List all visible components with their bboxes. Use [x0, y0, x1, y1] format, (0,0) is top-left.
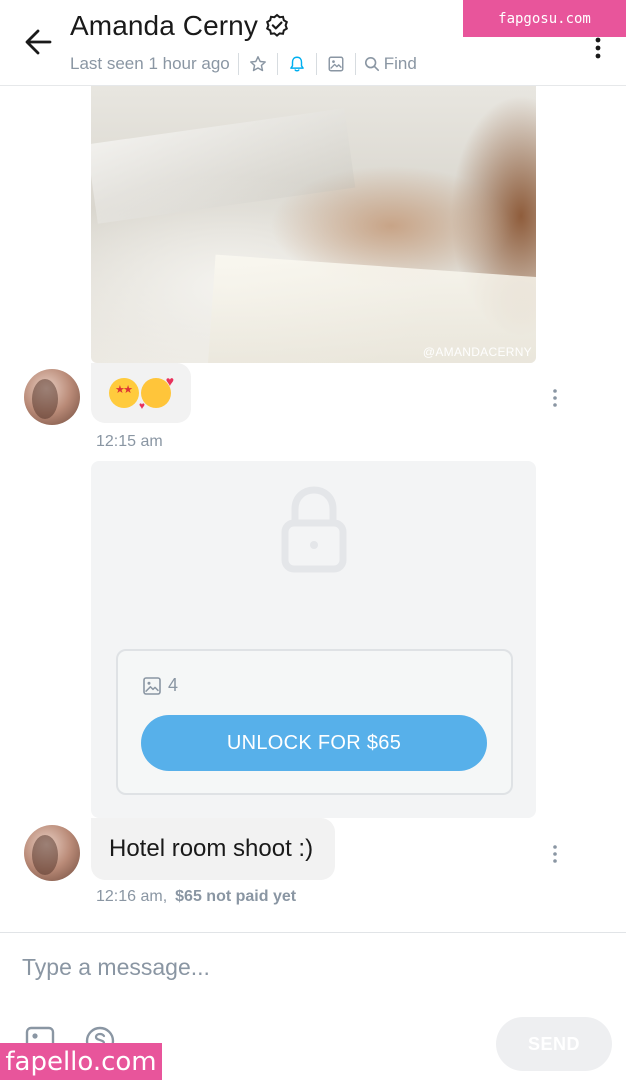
avatar[interactable]: [24, 369, 80, 425]
find-label: Find: [383, 54, 417, 73]
message-meta: 12:16 am, $65 not paid yet: [96, 888, 296, 906]
smiling-face-with-hearts-emoji: [139, 373, 174, 412]
image-icon: [328, 56, 344, 72]
send-button[interactable]: SEND: [496, 1017, 612, 1071]
photo-message[interactable]: @AMANDACERNY: [91, 86, 536, 363]
find-button[interactable]: Find: [364, 54, 417, 74]
star-struck-emoji: [109, 378, 139, 408]
watermark-top: fapgosu.com: [463, 0, 626, 37]
arrow-left-icon: [25, 29, 52, 55]
divider: [354, 53, 356, 75]
avatar[interactable]: [24, 825, 80, 881]
text-message-bubble: Hotel room shoot :): [91, 818, 335, 880]
message-options-icon[interactable]: [551, 844, 559, 864]
media-count-value: 4: [168, 675, 179, 695]
unlock-card: 4 UNLOCK FOR $65: [116, 649, 513, 795]
emoji-message-bubble: [91, 363, 191, 423]
title-row: Amanda Cerny: [70, 10, 290, 42]
divider: [315, 53, 317, 75]
message-timestamp: 12:15 am: [96, 433, 163, 450]
back-button[interactable]: [20, 24, 56, 60]
star-button[interactable]: [247, 53, 269, 75]
photo-detail: [91, 108, 356, 224]
message-text: Hotel room shoot :): [109, 835, 314, 862]
unlock-button[interactable]: UNLOCK FOR $65: [141, 715, 487, 771]
media-count: 4: [142, 675, 178, 696]
payment-status: $65 not paid yet: [175, 888, 297, 905]
kebab-menu-icon[interactable]: [592, 36, 604, 60]
bell-icon: [289, 56, 304, 72]
message-timestamp: 12:16 am,: [96, 888, 168, 905]
locked-media-post: 4 UNLOCK FOR $65: [91, 461, 536, 818]
status-row: Last seen 1 hour ago Find: [70, 52, 417, 76]
message-input[interactable]: [22, 947, 602, 987]
image-icon: [143, 676, 161, 695]
contact-name[interactable]: Amanda Cerny: [70, 10, 258, 42]
search-icon: [364, 56, 379, 72]
last-seen-text: Last seen 1 hour ago: [70, 54, 230, 73]
divider: [237, 53, 239, 75]
message-options-icon[interactable]: [551, 388, 559, 408]
lock-icon: [281, 486, 347, 573]
star-icon: [249, 56, 266, 72]
notifications-button[interactable]: [286, 53, 308, 75]
media-gallery-button[interactable]: [325, 53, 347, 75]
photo-watermark: @AMANDACERNY: [422, 345, 532, 359]
watermark-bottom: fapello.com: [0, 1043, 162, 1080]
verified-badge-icon: [265, 13, 288, 37]
divider: [276, 53, 278, 75]
